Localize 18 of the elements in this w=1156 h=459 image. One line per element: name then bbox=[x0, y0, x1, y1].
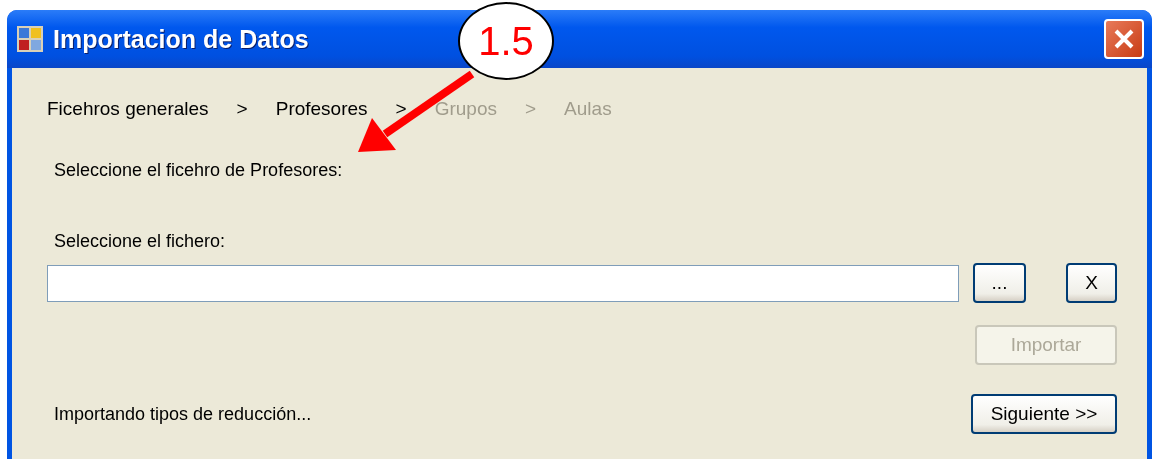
breadcrumb-separator: > bbox=[395, 98, 407, 120]
file-path-field[interactable] bbox=[47, 264, 959, 302]
breadcrumb-step: Profesores bbox=[275, 98, 368, 120]
file-label: Seleccione el fichero: bbox=[54, 231, 227, 252]
status-text: Importando tipos de reducción... bbox=[54, 403, 312, 425]
close-button[interactable] bbox=[1104, 19, 1144, 59]
next-button[interactable]: Siguiente >> bbox=[971, 394, 1117, 434]
browse-button[interactable]: ... bbox=[973, 263, 1026, 303]
close-icon bbox=[1113, 28, 1135, 50]
breadcrumb-separator: > bbox=[525, 98, 537, 120]
instruction-text: Seleccione el ficehro de Profesores: bbox=[54, 160, 344, 181]
breadcrumb-step: Ficehros generales bbox=[47, 98, 209, 120]
breadcrumb-step: Grupos bbox=[434, 98, 497, 120]
breadcrumb-step: Aulas bbox=[564, 98, 612, 120]
clear-button[interactable]: X bbox=[1066, 263, 1117, 303]
breadcrumb-separator: > bbox=[236, 98, 248, 120]
app-icon bbox=[17, 26, 43, 52]
window-title: Importacion de Datos bbox=[53, 24, 309, 54]
